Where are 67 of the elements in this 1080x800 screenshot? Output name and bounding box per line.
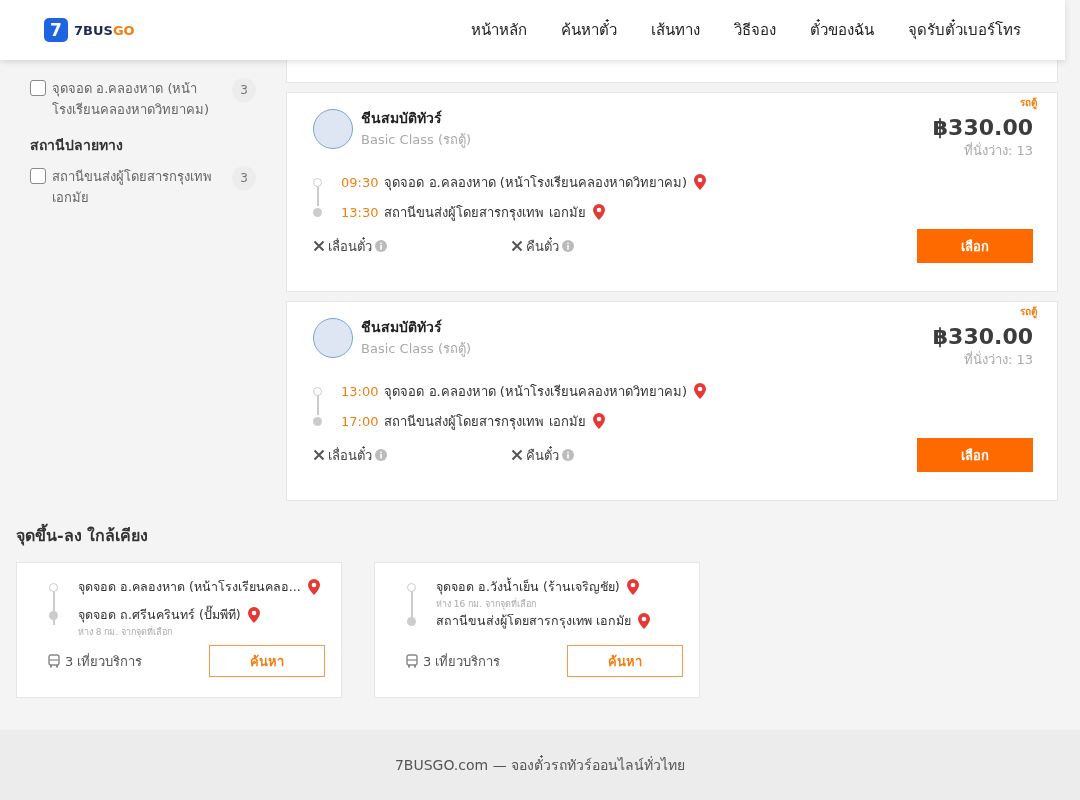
stop-name: สถานีขนส่งผู้โดยสารกรุงเทพ เอกมัย (384, 203, 586, 223)
timeline-dot (49, 583, 58, 592)
count-badge: 3 (232, 166, 256, 190)
policy-label: เลื่อนตั๋ว (328, 445, 372, 465)
price: ฿330.00 (932, 324, 1033, 349)
operator-logo (313, 108, 353, 149)
service-class: Basic Class (รถตู้) (361, 131, 472, 150)
vehicle-type-label: รถตู้ (1020, 96, 1037, 110)
map-pin-icon[interactable] (591, 203, 606, 221)
timeline-dot (407, 583, 416, 592)
departure-time: 17:00 (341, 413, 379, 429)
trip-count: 3 เที่ยวบริการ (423, 652, 501, 671)
map-pin-icon[interactable] (693, 173, 707, 191)
nav-link[interactable]: ค้นหาตั๋ว (561, 18, 617, 42)
distance-note: ห่าง 8 กม. จากจุดที่เลือก (78, 625, 174, 639)
stop-name: สถานีขนส่งผู้โดยสารกรุงเทพ เอกมัย (384, 412, 586, 432)
filter-heading: สถานีปลายทาง (30, 136, 124, 155)
vehicle-type-label: รถตู้ (1020, 305, 1037, 319)
distance-note: ห่าง 16 กม. จากจุดที่เลือก (436, 597, 537, 611)
stop-name: จุดจอด ถ.ศรีนครินทร์ (ปั๊มพีที) (78, 605, 241, 625)
filter-option-label[interactable]: สถานีขนส่งผู้โดยสารกรุงเทพ เอกมัย (52, 166, 226, 208)
operator-name: ชีนสมบัติทัวร์ (361, 109, 443, 128)
departure-time: 13:30 (341, 204, 379, 220)
nav-link[interactable]: ตั๋วของฉัน (810, 18, 874, 42)
stop-name: จุดจอด อ.คลองหาด (หน้าโรงเรียนคลองหาดวิทยาคม) (384, 173, 687, 193)
stop-name: จุดจอด อ.วังน้ำเย็น (ร้านเจริญชัย) (436, 577, 620, 597)
policy-label: คืนตั๋ว (526, 445, 559, 465)
seats-available: ที่นั่งว่าง: 13 (962, 141, 1033, 160)
price: ฿330.00 (932, 115, 1033, 140)
count-badge: 3 (232, 78, 256, 102)
departure-time: 09:30 (341, 174, 379, 190)
operator-name: ชีนสมบัติทัวร์ (361, 318, 443, 337)
footer-text: 7BUSGO.com — จองตั๋วรถทัวร์ออนไลน์ทั่วไทย (394, 754, 686, 775)
operator-logo (313, 317, 353, 358)
service-class: Basic Class (รถตู้) (361, 340, 472, 359)
nav-link[interactable]: วิธีจอง (734, 18, 776, 42)
seats-available: ที่นั่งว่าง: 13 (962, 350, 1033, 369)
map-pin-icon[interactable] (591, 412, 606, 430)
timeline-dot (49, 611, 58, 620)
map-pin-icon[interactable] (693, 382, 707, 400)
logo-text[interactable]: 7BUSGO (74, 22, 135, 38)
stop-name: จุดจอด อ.คลองหาด (หน้าโรงเรียนคลองหาดวิทยาคม) (384, 382, 687, 402)
policy-label: คืนตั๋ว (526, 236, 559, 256)
checkbox[interactable] (30, 80, 46, 96)
trip-count: 3 เที่ยวบริการ (65, 652, 143, 671)
timeline-dot (313, 177, 322, 187)
nav-link[interactable]: เส้นทาง (651, 18, 700, 42)
stop-name: สถานีขนส่งผู้โดยสารกรุงเทพ เอกมัย (436, 612, 631, 631)
stop-name: จุดจอด อ.คลองหาด (หน้าโรงเรียนคลอ... (78, 578, 301, 597)
bus-icon (47, 654, 61, 668)
filter-option-label[interactable]: จุดจอด อ.คลองหาด (หน้าโรงเรียนคลองหาดวิทยาคม) (52, 78, 226, 120)
section-title: จุดขึ้น-ลง ใกล้เคียง (16, 523, 1064, 548)
bus-icon (405, 654, 419, 668)
timeline-dot (313, 416, 322, 426)
map-pin-icon[interactable] (625, 578, 640, 596)
map-pin-icon[interactable] (306, 578, 321, 596)
nav-link[interactable]: หน้าหลัก (471, 18, 527, 42)
map-pin-icon[interactable] (246, 606, 261, 624)
timeline-dot (313, 207, 322, 217)
policy-label: เลื่อนตั๋ว (328, 236, 372, 256)
map-pin-icon[interactable] (637, 612, 651, 630)
departure-time: 13:00 (341, 383, 379, 399)
checkbox[interactable] (30, 168, 46, 184)
logo-mark[interactable]: 7 (44, 18, 68, 42)
timeline-dot (407, 617, 416, 626)
nav-link[interactable]: จุดรับตั๋วเบอร์โทร (908, 18, 1021, 42)
timeline-dot (313, 386, 322, 396)
